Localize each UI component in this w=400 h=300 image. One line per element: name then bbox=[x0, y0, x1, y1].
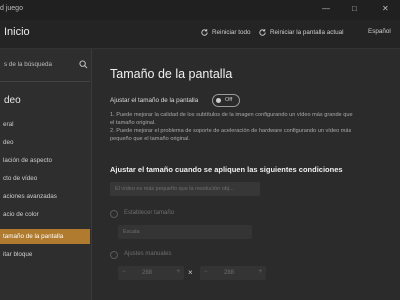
note-line: pequeño que el tamaño original. bbox=[110, 136, 190, 142]
width-decrement[interactable]: − bbox=[122, 269, 126, 275]
sidebar-item-label: acio de color bbox=[3, 211, 39, 218]
note-line: el tamaño original. bbox=[110, 120, 156, 126]
search-input[interactable]: s de la búsqueda bbox=[0, 58, 90, 72]
sidebar-item-color-space[interactable]: acio de color bbox=[0, 207, 90, 222]
preset-size-value: Escala bbox=[123, 229, 140, 235]
note-line: 2. Puede mejorar el problema de soporte … bbox=[110, 128, 352, 134]
main-panel: Tamaño de la pantalla Ajustar el tamaño … bbox=[92, 49, 400, 300]
height-value[interactable]: 288 bbox=[224, 270, 234, 276]
sidebar-item-label: tamaño de la pantalla bbox=[3, 233, 64, 240]
sidebar-section-title: deo bbox=[4, 95, 21, 106]
width-value[interactable]: 288 bbox=[142, 270, 152, 276]
reset-all-label: Reiniciar todo bbox=[212, 29, 251, 36]
condition-dropdown-value: El vídeo es más pequeño que la resolució… bbox=[115, 186, 234, 192]
header: Inicio Reiniciar todo Reiniciar la panta… bbox=[0, 20, 400, 49]
language-selector[interactable]: Español bbox=[368, 28, 391, 35]
sidebar-item-general[interactable]: eral bbox=[0, 117, 90, 132]
page-header-title: Inicio bbox=[4, 26, 30, 38]
screen-size-toggle[interactable]: Off bbox=[212, 94, 240, 107]
reset-all-button[interactable]: Reiniciar todo bbox=[200, 28, 251, 37]
height-increment[interactable]: + bbox=[258, 269, 262, 275]
conditions-title: Ajustar el tamaño cuando se apliquen las… bbox=[110, 165, 343, 174]
toggle-state: Off bbox=[225, 97, 233, 103]
sidebar-item-screen-size[interactable]: tamaño de la pantalla bbox=[0, 229, 90, 244]
note-line: 1. Puede mejorar la calidad de los subtí… bbox=[110, 112, 353, 118]
page-title: Tamaño de la pantalla bbox=[110, 67, 233, 81]
condition-dropdown[interactable]: El vídeo es más pequeño que la resolució… bbox=[110, 182, 260, 196]
sidebar-item-advanced[interactable]: aciones avanzadas bbox=[0, 189, 90, 204]
sidebar-item-label: aciones avanzadas bbox=[3, 193, 57, 200]
manual-size-radio[interactable] bbox=[110, 251, 118, 259]
toggle-label: Ajustar el tamaño de la pantalla bbox=[110, 97, 199, 104]
sidebar-item-block[interactable]: itar bloque bbox=[0, 247, 90, 262]
search-placeholder: s de la búsqueda bbox=[4, 61, 52, 68]
height-stepper[interactable]: − 288 + bbox=[200, 266, 266, 280]
preset-size-dropdown[interactable]: Escala bbox=[118, 225, 252, 239]
sidebar-item-video[interactable]: deo bbox=[0, 135, 90, 150]
sidebar-item-label: cto de vídeo bbox=[3, 175, 38, 182]
sidebar-item-label: eral bbox=[3, 121, 14, 128]
width-stepper[interactable]: − 288 + bbox=[118, 266, 184, 280]
divider bbox=[0, 81, 90, 82]
sidebar-item-label: deo bbox=[3, 139, 14, 146]
height-decrement[interactable]: − bbox=[204, 269, 208, 275]
reset-screen-label: Reiniciar la pantalla actual bbox=[270, 29, 344, 36]
refresh-icon bbox=[259, 29, 266, 36]
sidebar-item-aspect-ratio[interactable]: lación de aspecto bbox=[0, 153, 90, 168]
sidebar-item-video-effect[interactable]: cto de vídeo bbox=[0, 171, 90, 186]
sidebar-item-label: lación de aspecto bbox=[3, 157, 53, 164]
times-symbol: × bbox=[188, 268, 193, 277]
manual-size-label: Ajustes manuales bbox=[124, 251, 172, 257]
width-increment[interactable]: + bbox=[176, 269, 180, 275]
sidebar: s de la búsqueda deo eral deo lación de … bbox=[0, 49, 92, 300]
close-button[interactable]: ✕ bbox=[382, 4, 389, 14]
sidebar-item-label: itar bloque bbox=[3, 251, 33, 258]
window-title: d juego bbox=[0, 5, 23, 12]
toggle-knob bbox=[216, 98, 221, 103]
maximize-button[interactable]: □ bbox=[352, 4, 357, 14]
reset-screen-button[interactable]: Reiniciar la pantalla actual bbox=[258, 28, 344, 37]
preset-size-radio[interactable] bbox=[110, 210, 118, 218]
search-icon[interactable] bbox=[79, 60, 88, 69]
refresh-icon bbox=[201, 29, 208, 36]
preset-size-label: Establecer tamaño bbox=[124, 210, 175, 216]
minimize-button[interactable]: — bbox=[322, 4, 330, 14]
title-bar: d juego — □ ✕ bbox=[0, 0, 400, 20]
